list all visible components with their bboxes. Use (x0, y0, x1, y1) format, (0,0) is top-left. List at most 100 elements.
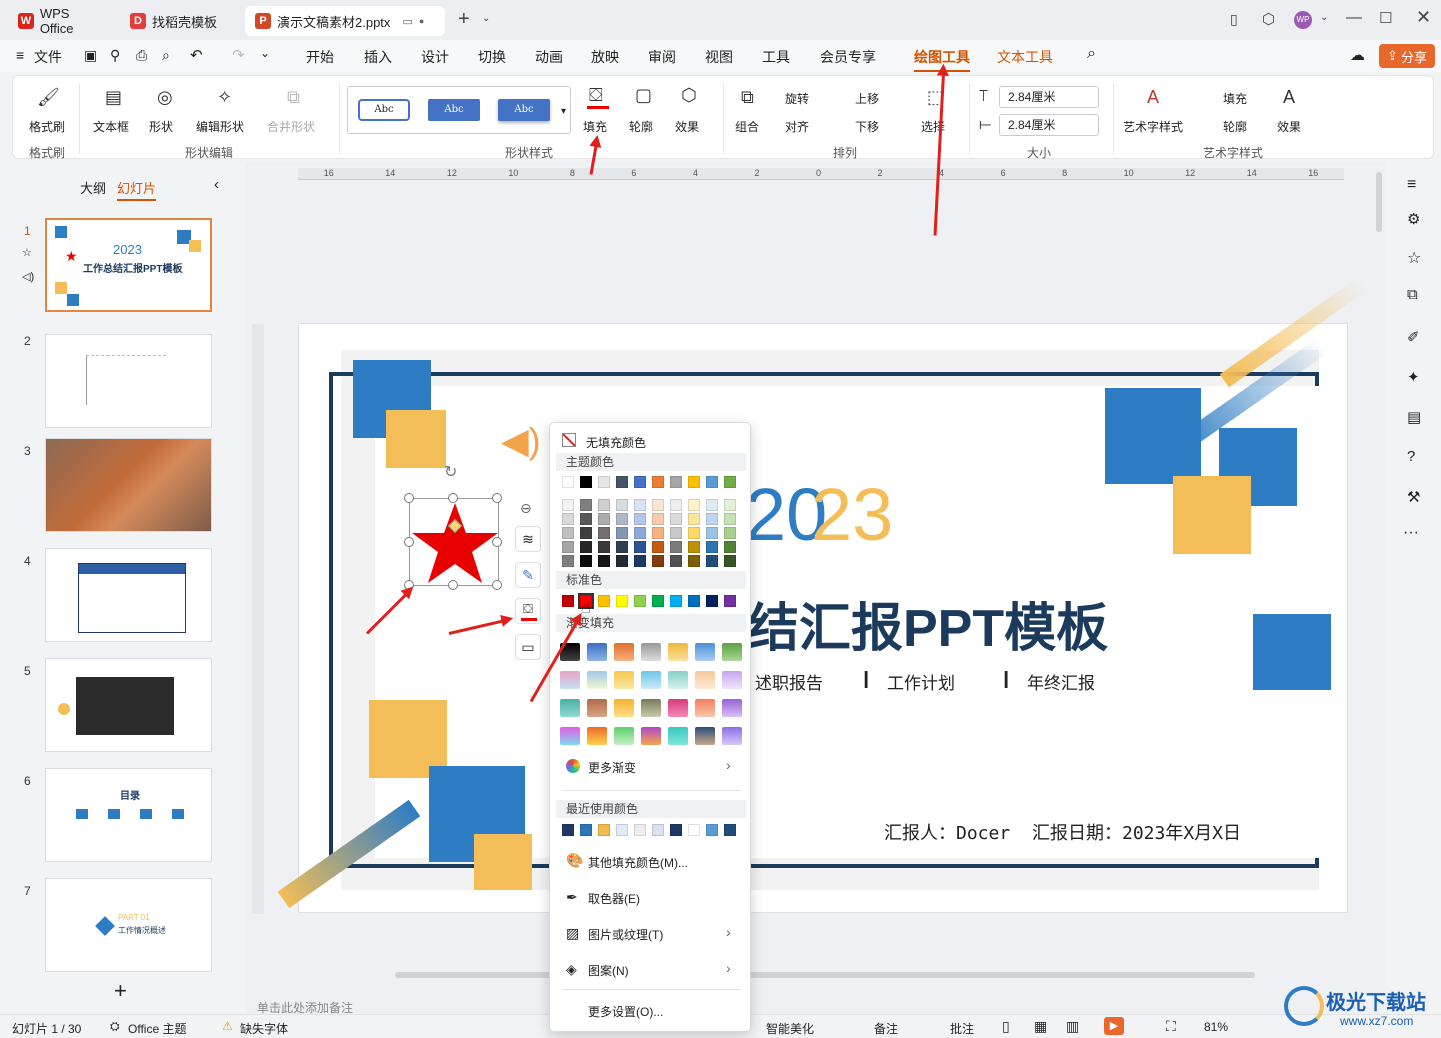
fit-window-icon[interactable]: ⛶ (1166, 1018, 1176, 1035)
theme-shade-swatch[interactable] (670, 527, 682, 539)
star-icon[interactable]: ☆ (22, 246, 32, 259)
gradient-swatch[interactable] (587, 727, 607, 745)
theme-shade-swatch[interactable] (652, 499, 664, 511)
gradient-swatch[interactable] (668, 671, 688, 689)
resize-handle[interactable] (492, 537, 502, 547)
theme-shade-swatch[interactable] (616, 527, 628, 539)
theme-color-swatch[interactable] (598, 476, 610, 488)
menu-text-tools[interactable]: 文本工具 (997, 47, 1053, 67)
tools-icon[interactable]: ⚒ (1407, 488, 1420, 506)
standard-color-swatch[interactable] (652, 595, 664, 607)
print-icon[interactable]: ⎙ (136, 47, 147, 64)
gradient-swatch[interactable] (722, 643, 742, 661)
gradient-swatch[interactable] (560, 671, 580, 689)
theme-color-swatch[interactable] (670, 476, 682, 488)
recent-color-swatch[interactable] (580, 824, 592, 836)
width-input[interactable]: 2.84厘米 (999, 114, 1099, 136)
style-sample-fill[interactable]: Abc (428, 99, 480, 121)
gradient-swatch[interactable] (614, 643, 634, 661)
magic-wand-icon[interactable]: ✦ (1407, 368, 1420, 386)
cube-icon[interactable]: ⬡ (1262, 10, 1275, 28)
send-backward-button[interactable]: 下移 (855, 118, 879, 135)
theme-color-swatch[interactable] (616, 476, 628, 488)
smart-beautify-button[interactable]: 智能美化 (766, 1020, 814, 1037)
resize-handle[interactable] (404, 537, 414, 547)
theme-shade-swatch[interactable] (706, 513, 718, 525)
rotate-handle-icon[interactable]: ↻ (444, 462, 457, 482)
menu-review[interactable]: 审阅 (648, 47, 676, 67)
merge-shape-button[interactable]: 合并形状 (267, 118, 315, 135)
gradient-swatch[interactable] (668, 727, 688, 745)
theme-color-swatch[interactable] (652, 476, 664, 488)
recent-color-swatch[interactable] (652, 824, 664, 836)
theme-shade-swatch[interactable] (706, 541, 718, 553)
bring-forward-button[interactable]: 上移 (855, 90, 879, 107)
theme-shade-swatch[interactable] (670, 499, 682, 511)
settings-sliders-icon[interactable]: ⚙ (1407, 210, 1420, 228)
slide-thumbnail-2[interactable] (45, 334, 212, 428)
link-icon[interactable]: ⚲ (110, 47, 120, 64)
gradient-swatch[interactable] (614, 727, 634, 745)
redo-icon[interactable]: ↷ (232, 46, 245, 64)
theme-shade-swatch[interactable] (724, 527, 736, 539)
tab-wps-office[interactable]: W WPS Office (8, 6, 116, 36)
more-settings-option[interactable]: 更多设置(O)... (588, 1003, 663, 1020)
outline-icon[interactable]: ▭ (515, 634, 541, 660)
theme-shade-swatch[interactable] (706, 499, 718, 511)
reading-view-icon[interactable]: ▥ (1066, 1018, 1079, 1035)
missing-font-button[interactable]: 缺失字体 (240, 1020, 288, 1037)
eyedropper-option[interactable]: 取色器(E) (588, 890, 640, 907)
book-icon[interactable]: ▤ (1407, 408, 1421, 426)
menu-insert[interactable]: 插入 (364, 47, 392, 67)
standard-color-swatch[interactable] (562, 595, 574, 607)
theme-shade-swatch[interactable] (652, 513, 664, 525)
more-fill-colors-option[interactable]: 其他填充颜色(M)... (588, 854, 688, 871)
menu-home[interactable]: 开始 (306, 47, 334, 67)
chevron-down-icon[interactable]: ⌄ (1320, 12, 1328, 23)
theme-shade-swatch[interactable] (580, 555, 592, 567)
gradient-swatch[interactable] (668, 699, 688, 717)
recent-color-swatch[interactable] (688, 824, 700, 836)
align-button[interactable]: 对齐 (785, 118, 809, 135)
theme-shade-swatch[interactable] (562, 527, 574, 539)
unsaved-dot-icon[interactable]: ● (419, 16, 424, 26)
theme-shade-swatch[interactable] (652, 541, 664, 553)
theme-shade-swatch[interactable] (598, 541, 610, 553)
theme-shade-swatch[interactable] (688, 541, 700, 553)
menu-slideshow[interactable]: 放映 (591, 47, 619, 67)
theme-shade-swatch[interactable] (616, 499, 628, 511)
slide-thumbnail-6[interactable]: 目录 (45, 768, 212, 862)
maximize-icon[interactable]: ☐ (1379, 9, 1392, 27)
new-tab-icon[interactable]: + (458, 8, 470, 31)
gradient-swatch[interactable] (722, 671, 742, 689)
gradient-swatch[interactable] (695, 727, 715, 745)
theme-shade-swatch[interactable] (580, 499, 592, 511)
standard-color-swatch[interactable] (634, 595, 646, 607)
star-shape[interactable] (410, 499, 500, 587)
gradient-swatch[interactable] (695, 671, 715, 689)
recent-color-swatch[interactable] (706, 824, 718, 836)
theme-color-swatch[interactable] (634, 476, 646, 488)
slide[interactable]: ◀) 20 23 结汇报PPT模板 述职报告 ❙ 工作计划 ❙ 年终汇报 汇报人… (277, 276, 1369, 913)
star-icon[interactable]: ☆ (1407, 248, 1421, 268)
resize-handle[interactable] (492, 493, 502, 503)
resize-handle[interactable] (448, 580, 458, 590)
hamburger-icon[interactable]: ≡ (16, 47, 24, 63)
menu-view[interactable]: 视图 (705, 47, 733, 67)
theme-name[interactable]: Office 主题 (128, 1020, 186, 1037)
comments-button[interactable]: 批注 (950, 1020, 974, 1037)
selection-box[interactable] (409, 498, 499, 586)
notes-button[interactable]: 备注 (874, 1020, 898, 1037)
fill-button[interactable]: 填充 (583, 118, 607, 135)
no-fill-option[interactable]: 无填充颜色 (586, 434, 646, 451)
text-outline-button[interactable]: 轮廓 (1223, 118, 1247, 135)
layers-icon[interactable]: ≋ (515, 526, 541, 552)
sound-icon[interactable]: ◁) (22, 270, 34, 283)
rotate-button[interactable]: 旋转 (785, 90, 809, 107)
recent-color-swatch[interactable] (634, 824, 646, 836)
search-icon[interactable]: ⌕ (1087, 45, 1096, 63)
slide-thumbnail-3[interactable] (45, 438, 212, 532)
print-preview-icon[interactable]: ⌕ (162, 47, 170, 64)
theme-shade-swatch[interactable] (616, 513, 628, 525)
collapse-panel-icon[interactable]: ‹ (214, 176, 219, 193)
